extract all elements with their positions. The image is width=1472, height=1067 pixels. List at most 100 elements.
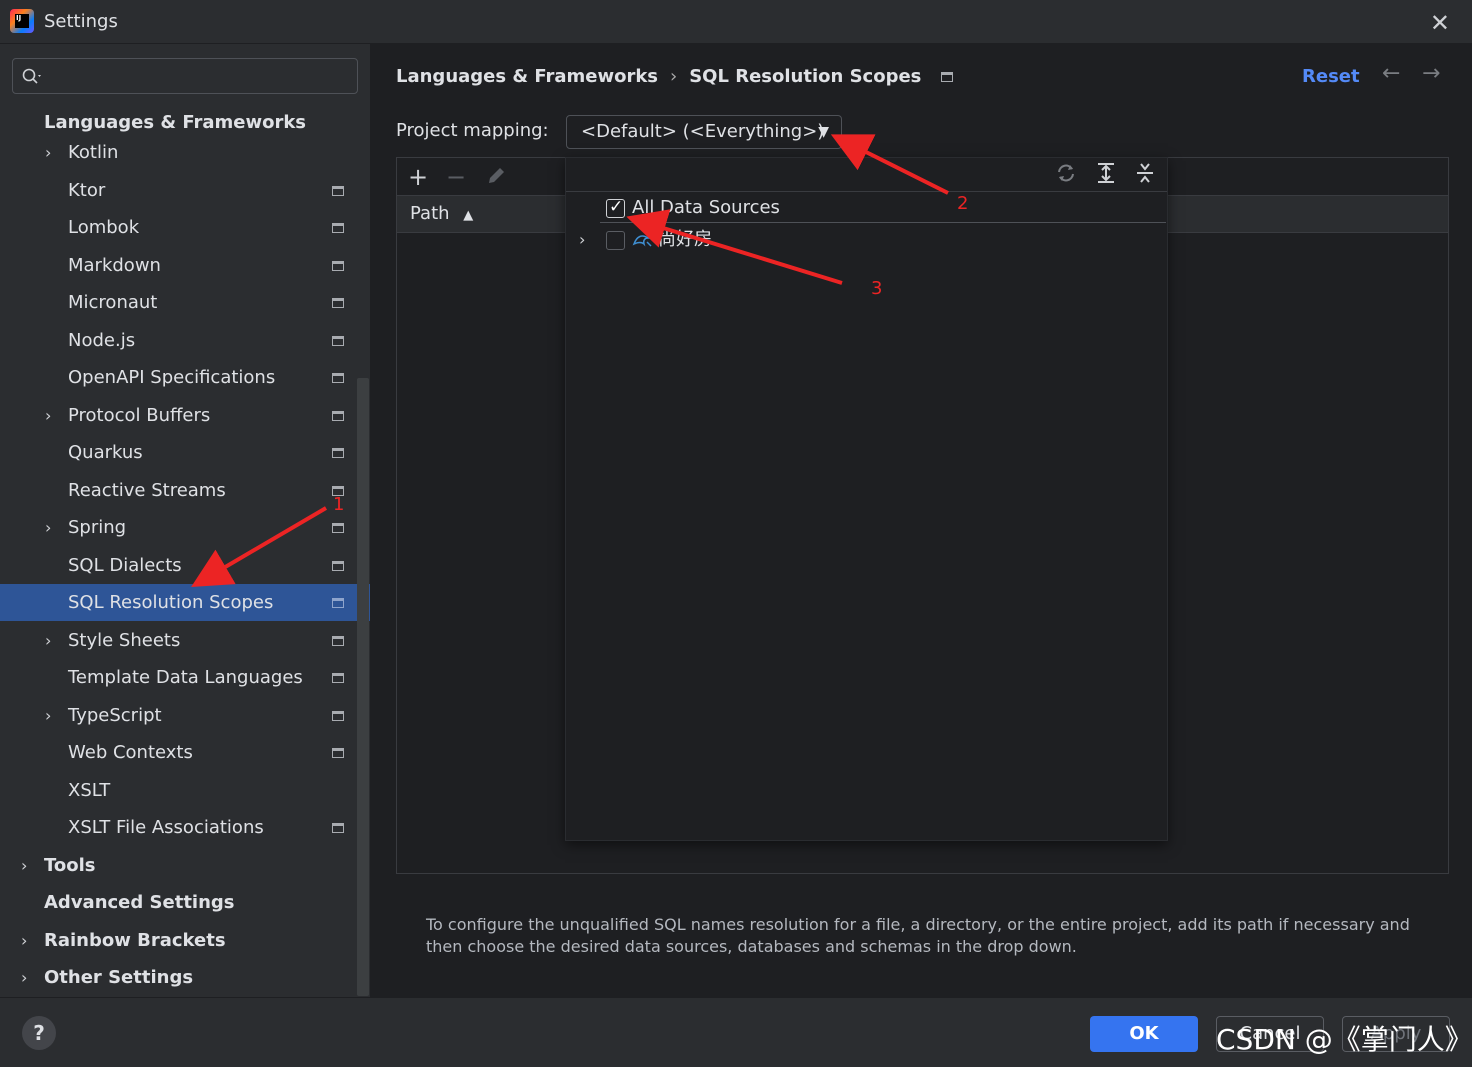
sidebar-item-label: Kotlin bbox=[68, 142, 119, 163]
sidebar-item-label: Quarkus bbox=[68, 442, 143, 463]
chevron-right-icon[interactable]: › bbox=[21, 959, 27, 996]
sidebar-item-other-settings[interactable]: › Other Settings bbox=[0, 959, 370, 996]
project-level-icon bbox=[332, 710, 344, 721]
chevron-right-icon[interactable]: › bbox=[45, 397, 51, 434]
chevron-right-icon[interactable]: › bbox=[45, 697, 51, 734]
sidebar-item-label: Protocol Buffers bbox=[68, 404, 211, 426]
sidebar-item-xslt-file-associations[interactable]: XSLT File Associations bbox=[0, 809, 370, 846]
sidebar-item-template-data-languages[interactable]: Template Data Languages bbox=[0, 659, 370, 696]
arrow-left-icon[interactable]: ← bbox=[1382, 61, 1400, 86]
refresh-icon[interactable] bbox=[1054, 160, 1078, 192]
popup-divider bbox=[600, 222, 1166, 223]
sidebar-item-sql-resolution-scopes[interactable]: SQL Resolution Scopes bbox=[0, 584, 370, 621]
settings-search-field[interactable] bbox=[12, 58, 358, 94]
project-mapping-label: Project mapping: bbox=[396, 120, 549, 141]
sidebar-item-node-js[interactable]: Node.js bbox=[0, 322, 370, 359]
project-level-icon bbox=[941, 71, 954, 82]
sidebar-item-spring[interactable]: › Spring bbox=[0, 509, 370, 546]
sidebar-scrollbar[interactable] bbox=[357, 378, 369, 996]
sidebar-item-label: Advanced Settings bbox=[44, 892, 235, 913]
data-source-checkbox[interactable] bbox=[606, 231, 625, 250]
project-level-icon bbox=[332, 560, 344, 571]
sidebar-item-label: Markdown bbox=[68, 254, 161, 276]
sidebar-item-label: Lombok bbox=[68, 217, 140, 238]
project-level-icon bbox=[332, 373, 344, 383]
sidebar-item-rainbow-brackets[interactable]: › Rainbow Brackets bbox=[0, 922, 370, 959]
mysql-dolphin-icon bbox=[632, 235, 652, 247]
sidebar-item-label: Ktor bbox=[68, 179, 106, 201]
sidebar-heading-languages-frameworks[interactable]: Languages & Frameworks bbox=[44, 112, 306, 133]
project-mapping-dropdown[interactable]: <Default> (<Everything>) ▼ bbox=[566, 115, 842, 149]
add-button[interactable]: + bbox=[408, 162, 428, 192]
remove-button[interactable]: − bbox=[446, 162, 466, 192]
chevron-right-icon[interactable]: › bbox=[45, 509, 51, 546]
sidebar-item-label: Node.js bbox=[68, 329, 136, 351]
breadcrumb-separator: › bbox=[670, 66, 678, 87]
sidebar-item-openapi-specifications[interactable]: OpenAPI Specifications bbox=[0, 359, 370, 396]
sidebar-item-ktor[interactable]: Ktor bbox=[0, 172, 370, 209]
list-item-all-data-sources[interactable]: All Data Sources bbox=[566, 191, 1167, 224]
reset-link[interactable]: Reset bbox=[1302, 66, 1360, 87]
list-item-data-source[interactable]: › 尚好房 bbox=[566, 224, 1167, 256]
sidebar-item-style-sheets[interactable]: › Style Sheets bbox=[0, 622, 370, 659]
collapse-all-icon[interactable] bbox=[1133, 160, 1157, 192]
help-hint-text: To configure the unqualified SQL names r… bbox=[426, 915, 1410, 956]
project-level-icon bbox=[332, 223, 344, 233]
sidebar-item-label: Micronaut bbox=[68, 292, 158, 313]
project-level-icon bbox=[332, 335, 344, 346]
sidebar-item-typescript[interactable]: › TypeScript bbox=[0, 697, 370, 734]
close-button[interactable]: ✕ bbox=[1430, 9, 1450, 37]
data-source-label: 尚好房 bbox=[658, 229, 712, 250]
chevron-right-icon[interactable]: › bbox=[21, 922, 27, 959]
search-icon bbox=[22, 68, 41, 84]
sidebar-item-label: Other Settings bbox=[44, 967, 194, 988]
sidebar-item-label: SQL Dialects bbox=[68, 554, 182, 576]
arrow-right-icon[interactable]: → bbox=[1422, 61, 1440, 86]
sidebar-item-label: Spring bbox=[68, 517, 127, 538]
breadcrumb-current: SQL Resolution Scopes bbox=[689, 66, 922, 87]
sidebar-item-label: Template Data Languages bbox=[68, 667, 303, 688]
project-level-icon bbox=[332, 598, 344, 608]
all-data-sources-checkbox[interactable] bbox=[606, 191, 625, 223]
sidebar-item-micronaut[interactable]: Micronaut bbox=[0, 284, 370, 321]
project-mapping-value: <Default> (<Everything>) bbox=[581, 121, 825, 142]
column-header-path[interactable]: Path ▲ bbox=[410, 203, 473, 224]
breadcrumb: Languages & Frameworks › SQL Resolution … bbox=[396, 66, 954, 87]
sidebar-item-web-contexts[interactable]: Web Contexts bbox=[0, 734, 370, 771]
sidebar-item-label: Web Contexts bbox=[68, 742, 193, 763]
sidebar-item-advanced-settings[interactable]: Advanced Settings bbox=[0, 884, 370, 921]
sidebar-item-reactive-streams[interactable]: Reactive Streams bbox=[0, 472, 370, 509]
help-button[interactable]: ? bbox=[22, 1016, 56, 1050]
sidebar-item-lombok[interactable]: Lombok bbox=[0, 209, 370, 246]
ok-button[interactable]: OK bbox=[1090, 1016, 1198, 1052]
project-level-icon bbox=[332, 298, 344, 308]
sidebar-item-xslt[interactable]: XSLT bbox=[0, 772, 370, 809]
project-level-icon bbox=[332, 673, 344, 683]
project-level-icon bbox=[332, 185, 344, 196]
sidebar-item-quarkus[interactable]: Quarkus bbox=[0, 434, 370, 471]
chevron-right-icon[interactable]: › bbox=[45, 622, 51, 659]
sidebar-item-tools[interactable]: › Tools bbox=[0, 847, 370, 884]
sidebar-item-kotlin[interactable]: › Kotlin bbox=[0, 134, 370, 171]
dialog-footer: ? OK Cancel Apply CSDN @《掌门人》 bbox=[0, 997, 1472, 1067]
chevron-right-icon[interactable]: › bbox=[579, 224, 585, 256]
sidebar-item-sql-dialects[interactable]: SQL Dialects bbox=[0, 547, 370, 584]
csdn-watermark: CSDN @《掌门人》 bbox=[1216, 1023, 1472, 1056]
sidebar-item-markdown[interactable]: Markdown bbox=[0, 247, 370, 284]
pencil-icon[interactable] bbox=[485, 164, 507, 194]
all-data-sources-label: All Data Sources bbox=[632, 197, 780, 218]
expand-all-icon[interactable] bbox=[1094, 160, 1118, 192]
column-path-label: Path bbox=[410, 203, 450, 224]
breadcrumb-parent[interactable]: Languages & Frameworks bbox=[396, 66, 658, 87]
search-input[interactable] bbox=[53, 63, 349, 89]
data-sources-popup: All Data Sources › 尚好房 bbox=[565, 157, 1168, 841]
sidebar-item-label: Rainbow Brackets bbox=[44, 929, 226, 951]
sidebar-item-protocol-buffers[interactable]: › Protocol Buffers bbox=[0, 397, 370, 434]
project-level-icon bbox=[332, 748, 344, 758]
annotation-number-1: 1 bbox=[333, 494, 345, 515]
project-level-icon bbox=[332, 410, 344, 421]
chevron-right-icon[interactable]: › bbox=[21, 847, 27, 884]
chevron-right-icon[interactable]: › bbox=[45, 134, 51, 171]
sidebar-item-label: XSLT bbox=[68, 779, 111, 801]
project-level-icon bbox=[332, 448, 344, 458]
